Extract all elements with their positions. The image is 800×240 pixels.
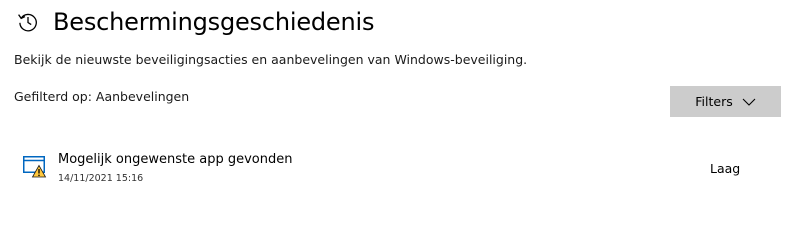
history-item[interactable]: Mogelijk ongewenste app gevonden 14/11/2… xyxy=(0,146,800,190)
chevron-down-icon xyxy=(742,98,756,106)
page-title: Beschermingsgeschiedenis xyxy=(53,8,375,36)
filters-button-label: Filters xyxy=(695,94,733,109)
history-icon xyxy=(16,10,40,34)
protection-history-page: Beschermingsgeschiedenis Bekijk de nieuw… xyxy=(0,0,800,203)
filter-status: Gefilterd op: Aanbevelingen xyxy=(14,89,190,104)
filters-button[interactable]: Filters xyxy=(670,86,781,117)
history-item-date: 14/11/2021 15:16 xyxy=(58,173,144,184)
page-header: Beschermingsgeschiedenis xyxy=(16,4,374,40)
page-description: Bekijk de nieuwste beveiligingsacties en… xyxy=(14,52,528,67)
history-item-severity: Laag xyxy=(710,161,741,176)
app-warning-icon xyxy=(23,154,47,178)
history-item-title: Mogelijk ongewenste app gevonden xyxy=(58,152,293,167)
